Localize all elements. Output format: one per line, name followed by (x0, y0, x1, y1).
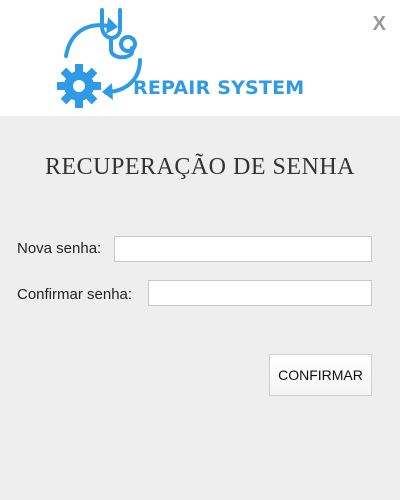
close-button[interactable]: X (373, 12, 386, 36)
confirm-button[interactable]: CONFIRMAR (269, 354, 372, 396)
recovery-form: RECUPERAÇÃO DE SENHA Nova senha: Confirm… (0, 116, 400, 500)
repair-system-logo: REPAIR SYSTEM (56, 4, 312, 112)
new-password-label: Nova senha: (17, 240, 102, 257)
header: REPAIR SYSTEM X (0, 0, 400, 116)
new-password-field[interactable] (114, 236, 372, 262)
confirm-password-field[interactable] (148, 280, 372, 306)
password-recovery-window: REPAIR SYSTEM X RECUPERAÇÃO DE SENHA Nov… (0, 0, 400, 500)
logo-text: REPAIR SYSTEM (133, 77, 305, 99)
confirm-password-label: Confirmar senha: (17, 286, 133, 303)
page-title: RECUPERAÇÃO DE SENHA (44, 154, 356, 180)
